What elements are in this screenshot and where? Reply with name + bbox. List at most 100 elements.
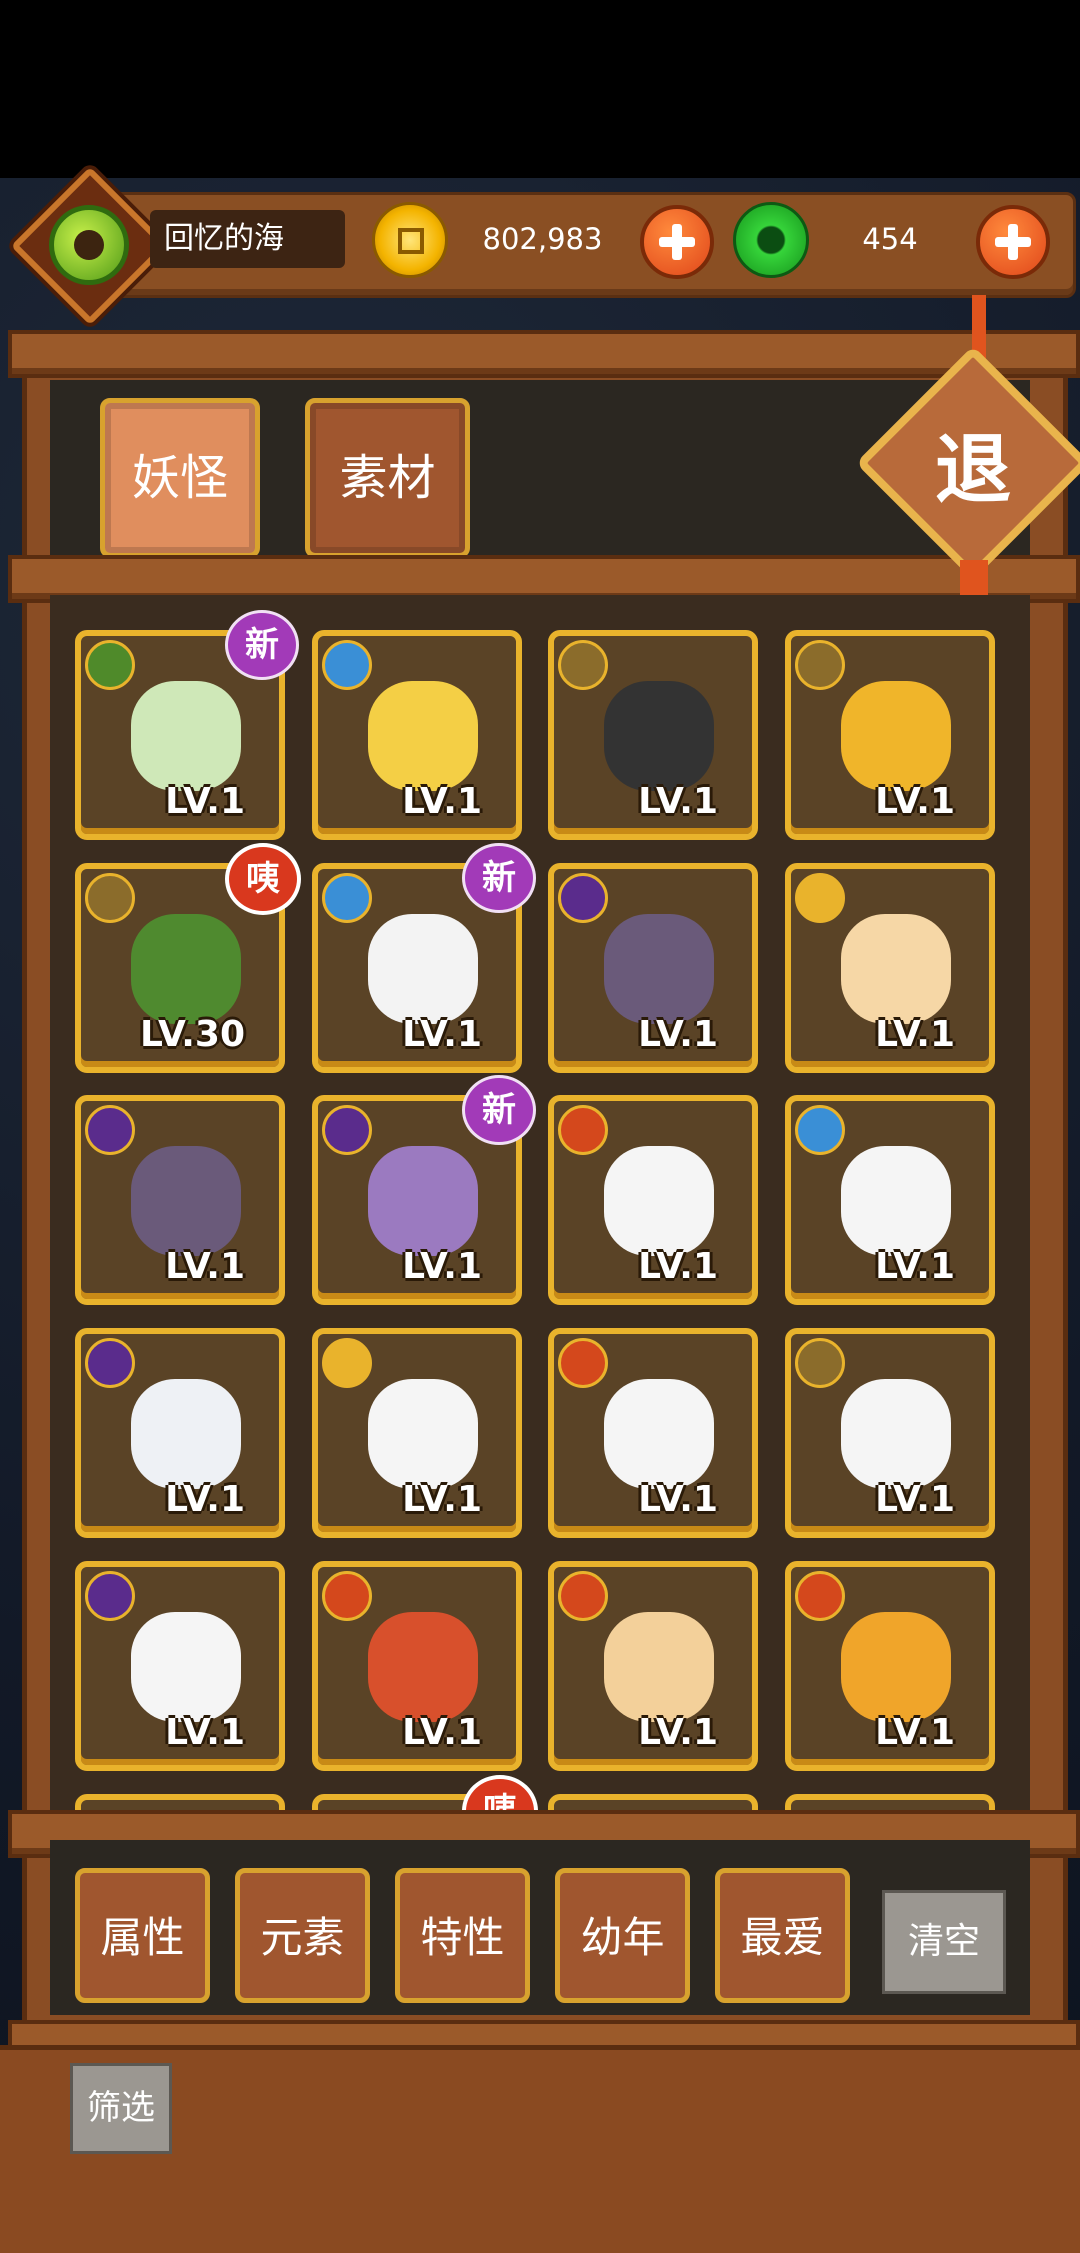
monster-portrait <box>841 1379 951 1489</box>
monster-card[interactable]: LV.1 <box>785 863 995 1073</box>
monster-level: LV.1 <box>165 1712 245 1753</box>
moon-element-icon <box>322 1105 372 1155</box>
monster-level: LV.1 <box>875 1014 955 1055</box>
monster-portrait <box>131 1146 241 1256</box>
monster-level: LV.1 <box>165 1246 245 1287</box>
monster-level: LV.1 <box>638 1246 718 1287</box>
filter-favorite-button[interactable]: 最爱 <box>715 1868 850 2003</box>
monster-level: LV.1 <box>875 1712 955 1753</box>
monster-portrait <box>841 681 951 791</box>
monster-card[interactable]: LV.1 <box>785 1561 995 1771</box>
monster-card[interactable]: LV.1 <box>75 1095 285 1305</box>
fire-element-icon <box>322 1571 372 1621</box>
monster-portrait <box>368 914 478 1024</box>
new-badge: 新 <box>462 1075 536 1145</box>
monster-card[interactable]: LV.1 <box>548 630 758 840</box>
add-gold-button[interactable] <box>640 205 714 279</box>
monster-card[interactable]: LV.1 <box>548 1328 758 1538</box>
monster-card[interactable]: LV.1 <box>312 1328 522 1538</box>
earth-element-icon <box>795 640 845 690</box>
hot-badge: 咦 <box>225 843 301 915</box>
filter-button[interactable]: 筛选 <box>70 2063 172 2154</box>
moon-element-icon <box>558 873 608 923</box>
monster-grid[interactable]: LV.1 新 LV.1 LV.1 LV.1 LV.30 咦 LV.1 新 LV.1 LV.1 LV.1… <box>50 595 1030 1810</box>
monster-card[interactable]: LV.1 <box>785 630 995 840</box>
filter-element-button[interactable]: 元素 <box>235 1868 370 2003</box>
monster-card-partial[interactable] <box>75 1794 285 1810</box>
filter-attribute-button[interactable]: 属性 <box>75 1868 210 2003</box>
hot-badge: 咦 <box>462 1775 538 1810</box>
tab-monsters[interactable]: 妖怪 <box>100 398 260 558</box>
moon-element-icon <box>85 1571 135 1621</box>
fire-element-icon <box>795 1571 845 1621</box>
monster-level: LV.1 <box>638 1479 718 1520</box>
monster-card[interactable]: LV.1 <box>548 1561 758 1771</box>
monster-level: LV.1 <box>402 1712 482 1753</box>
monster-portrait <box>841 1612 951 1722</box>
monster-level: LV.1 <box>402 781 482 822</box>
monster-level: LV.1 <box>875 781 955 822</box>
monster-portrait <box>604 1612 714 1722</box>
monster-portrait <box>368 1612 478 1722</box>
monster-level: LV.1 <box>402 1014 482 1055</box>
player-avatar[interactable] <box>10 166 170 326</box>
earth-element-icon <box>795 1338 845 1388</box>
clear-button[interactable]: 清空 <box>882 1890 1006 1994</box>
monster-portrait <box>604 914 714 1024</box>
monster-level: LV.1 <box>875 1479 955 1520</box>
fire-element-icon <box>558 1105 608 1155</box>
monster-level: LV.30 <box>140 1014 245 1055</box>
sun-element-icon <box>322 1338 372 1388</box>
jade-coin-icon <box>733 202 809 278</box>
add-jade-button[interactable] <box>976 205 1050 279</box>
gold-coin-icon <box>372 202 448 278</box>
monster-portrait <box>604 1146 714 1256</box>
new-badge: 新 <box>225 610 299 680</box>
monster-portrait <box>131 1612 241 1722</box>
monster-card[interactable]: LV.1 <box>75 1561 285 1771</box>
monster-card[interactable]: LV.1 <box>785 1328 995 1538</box>
water-element-icon <box>322 640 372 690</box>
filter-juvenile-button[interactable]: 幼年 <box>555 1868 690 2003</box>
moon-element-icon <box>85 1338 135 1388</box>
monster-level: LV.1 <box>638 1712 718 1753</box>
earth-element-icon <box>558 640 608 690</box>
monster-level: LV.1 <box>638 1014 718 1055</box>
water-element-icon <box>322 873 372 923</box>
leaf-element-icon <box>85 640 135 690</box>
cabinet-top-beam <box>8 330 1080 378</box>
monster-level: LV.1 <box>165 1479 245 1520</box>
exit-label[interactable]: 退 <box>890 405 1056 535</box>
monster-card[interactable]: LV.1 <box>548 863 758 1073</box>
monster-portrait <box>368 681 478 791</box>
player-name: 回忆的海 <box>150 210 345 268</box>
monster-card-partial[interactable] <box>548 1794 758 1810</box>
monster-portrait <box>131 1379 241 1489</box>
monster-level: LV.1 <box>638 781 718 822</box>
monster-portrait <box>131 681 241 791</box>
monster-portrait <box>604 1379 714 1489</box>
tab-materials[interactable]: 素材 <box>305 398 470 558</box>
filter-trait-button[interactable]: 特性 <box>395 1868 530 2003</box>
monster-card[interactable]: LV.1 <box>312 1561 522 1771</box>
monster-portrait <box>604 681 714 791</box>
monster-card-partial[interactable] <box>785 1794 995 1810</box>
moon-element-icon <box>85 1105 135 1155</box>
fire-element-icon <box>558 1571 608 1621</box>
dragon-icon <box>49 205 129 285</box>
fire-element-icon <box>558 1338 608 1388</box>
earth-element-icon <box>85 873 135 923</box>
water-element-icon <box>795 1105 845 1155</box>
monster-portrait <box>368 1379 478 1489</box>
jade-amount: 454 <box>862 222 918 256</box>
monster-card[interactable]: LV.1 <box>548 1095 758 1305</box>
sun-element-icon <box>795 873 845 923</box>
monster-card[interactable]: LV.1 <box>785 1095 995 1305</box>
monster-card[interactable]: LV.1 <box>75 1328 285 1538</box>
monster-level: LV.1 <box>875 1246 955 1287</box>
monster-card[interactable]: LV.1 <box>312 630 522 840</box>
monster-level: LV.1 <box>402 1246 482 1287</box>
monster-level: LV.1 <box>165 781 245 822</box>
new-badge: 新 <box>462 843 536 913</box>
monster-level: LV.1 <box>402 1479 482 1520</box>
